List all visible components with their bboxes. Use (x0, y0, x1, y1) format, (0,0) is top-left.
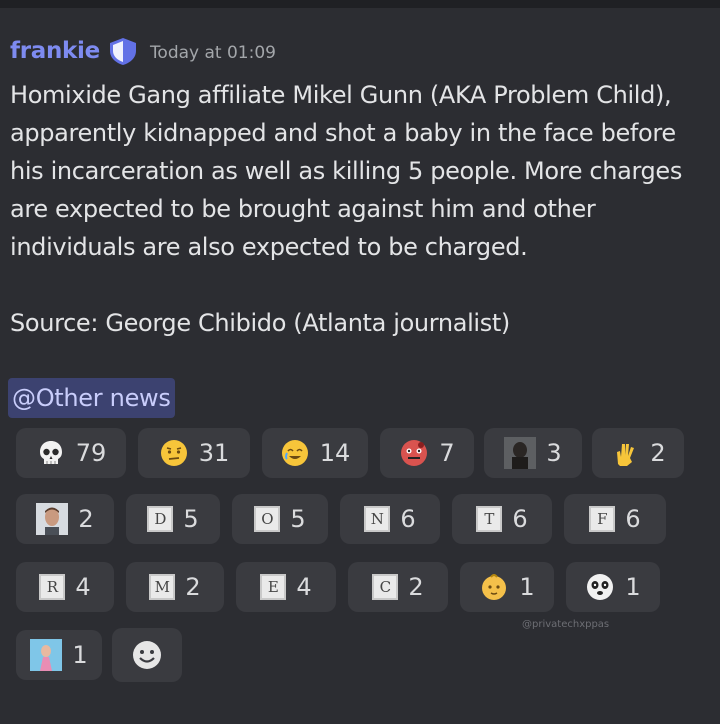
reaction-person-photo-2[interactable]: 1 (16, 630, 102, 680)
reaction-count: 2 (650, 439, 666, 467)
reaction-letter-e[interactable]: E 4 (236, 562, 336, 612)
add-reaction-button[interactable] (112, 628, 182, 682)
reaction-man-photo[interactable]: 2 (16, 494, 114, 544)
reaction-teary-smile[interactable]: 14 (262, 428, 368, 478)
letter-e-icon: E (260, 574, 287, 600)
reaction-letter-n[interactable]: N 6 (340, 494, 440, 544)
reaction-count: 3 (546, 439, 562, 467)
vulcan-hand-emoji-icon (617, 444, 635, 466)
letter-n-icon: N (364, 506, 391, 532)
letter-m-icon: M (149, 574, 176, 600)
letter-o-icon: O (254, 506, 281, 532)
reaction-count: 2 (185, 573, 201, 601)
reaction-letter-m[interactable]: M 2 (126, 562, 224, 612)
reaction-count: 31 (198, 439, 230, 467)
reaction-letter-o[interactable]: O 5 (232, 494, 328, 544)
bloody-face-emoji-icon (401, 440, 428, 466)
reaction-grimace[interactable]: 31 (138, 428, 250, 478)
smiley-icon (133, 641, 161, 669)
reaction-count: 6 (512, 505, 528, 533)
reaction-letter-d[interactable]: D 5 (126, 494, 220, 544)
letter-d-icon: D (147, 506, 174, 532)
person-photo-emoji-icon (30, 639, 63, 671)
reaction-letter-c[interactable]: C 2 (348, 562, 448, 612)
reaction-count: 6 (625, 505, 641, 533)
letter-t-icon: T (476, 506, 503, 532)
letter-r-icon: R (39, 574, 66, 600)
reaction-skull[interactable]: 79 (16, 428, 126, 478)
reaction-person-photo[interactable]: 3 (484, 428, 582, 478)
letter-c-icon: C (372, 574, 399, 600)
reaction-letter-t[interactable]: T 6 (452, 494, 552, 544)
reaction-count: 79 (75, 439, 107, 467)
reaction-letter-f[interactable]: F 6 (564, 494, 666, 544)
reaction-panda-face[interactable]: 1 (566, 562, 660, 612)
reactions-bar: 79 31 14 7 3 2 2 D 5 O 5 N 6 T 6 F 6 R 4… (0, 0, 720, 724)
reaction-count: 7 (439, 439, 455, 467)
baby-emoji-icon (482, 574, 507, 600)
person-photo-emoji-icon (504, 437, 537, 469)
reaction-baby[interactable]: 1 (460, 562, 554, 612)
reaction-letter-r[interactable]: R 4 (16, 562, 114, 612)
reaction-count: 5 (183, 505, 199, 533)
grimace-emoji-icon (160, 440, 187, 466)
reaction-count: 5 (290, 505, 306, 533)
reaction-bloody-face[interactable]: 7 (380, 428, 474, 478)
skull-emoji-icon (39, 441, 62, 464)
reaction-count: 2 (78, 505, 94, 533)
letter-f-icon: F (589, 506, 616, 532)
reaction-count: 1 (72, 641, 88, 669)
reaction-count: 6 (400, 505, 416, 533)
reaction-count: 4 (75, 573, 91, 601)
reaction-count: 14 (319, 439, 351, 467)
reaction-vulcan-hand[interactable]: 2 (592, 428, 684, 478)
watermark-text: @privatechxppas (522, 619, 610, 630)
man-photo-emoji-icon (36, 503, 69, 535)
reaction-count: 1 (519, 573, 535, 601)
teary-smile-emoji-icon (281, 440, 308, 466)
reaction-count: 4 (296, 573, 312, 601)
reaction-count: 2 (408, 573, 424, 601)
panda-face-emoji-icon (587, 574, 614, 600)
reaction-count: 1 (625, 573, 641, 601)
